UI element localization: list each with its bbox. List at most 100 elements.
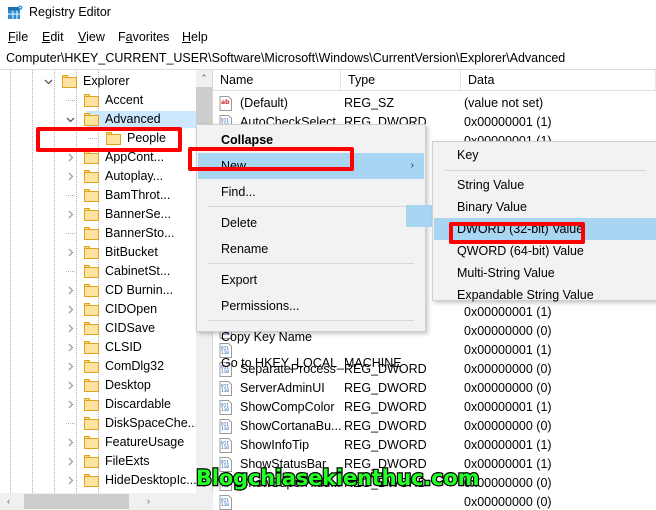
folder-icon [84,208,99,221]
folder-icon [84,113,99,126]
chevron-right-icon[interactable] [65,475,76,486]
folder-icon [62,75,77,88]
chevron-right-icon[interactable] [65,285,76,296]
table-row[interactable]: 011 110 ShowInfoTip REG_DWORD 0x00000001 (1) [213,436,656,455]
column-header-name-label: Name [220,73,254,87]
context-menu-item[interactable]: Find... [198,179,424,205]
context-menu-item[interactable]: Go to HKEY_LOCAL_MACHINE [198,350,424,376]
chevron-down-icon[interactable] [43,76,54,87]
column-header-data[interactable]: Data [461,70,656,91]
chevron-right-icon[interactable] [65,152,76,163]
value-data: 0x00000001 (1) [464,400,552,414]
tree-scroll-up-button[interactable]: ⌃ [196,70,212,87]
column-header-type[interactable]: Type [341,70,461,91]
chevron-right-icon[interactable] [65,209,76,220]
tree-item-label: CLSID [105,340,142,354]
chevron-right-icon[interactable] [65,323,76,334]
table-row[interactable]: ab (Default) REG_SZ (value not set) [213,94,656,113]
svg-text:110: 110 [221,426,229,432]
tree-item[interactable]: Explorer [0,72,212,91]
address-bar[interactable]: Computer\HKEY_CURRENT_USER\Software\Micr… [0,48,656,70]
folder-icon [84,455,99,468]
tree-item[interactable]: HideDesktopIc... [0,471,212,490]
menu-help[interactable]: Help [182,30,208,44]
submenu-item[interactable]: Multi-String Value [434,262,656,284]
chevron-right-icon[interactable] [65,304,76,315]
context-menu-item[interactable]: Delete [198,210,424,236]
context-menu-item[interactable]: Export [198,267,424,293]
chevron-right-icon[interactable] [65,437,76,448]
new-menu-item-highlight-box [188,147,354,171]
tree-item[interactable]: CLSID [0,338,212,357]
context-menu-item-label: Export [221,273,258,287]
context-menu-item[interactable]: Copy Key Name [198,324,424,350]
tree-horizontal-scrollbar[interactable]: ‹ › [0,493,212,510]
tree-item[interactable]: BannerSto... [0,224,212,243]
value-type: REG_DWORD [344,419,427,433]
submenu-item[interactable]: Key [434,144,656,166]
tree-item[interactable]: FileExts [0,452,212,471]
tree-item[interactable]: Autoplay... [0,167,212,186]
chevron-right-icon[interactable] [65,247,76,258]
tree-item[interactable]: CIDOpen [0,300,212,319]
context-menu-item[interactable]: Permissions... [198,293,424,319]
value-name: ShowCompColor [240,400,335,414]
menu-file[interactable]: File [8,30,28,44]
value-data: 0x00000001 (1) [464,343,552,357]
context-menu-item-label: Rename [221,242,269,256]
tree-item-label: HideDesktopIc... [105,473,197,487]
menu-view[interactable]: View [78,30,105,44]
submenu-item[interactable]: String Value [434,174,656,196]
tree-item[interactable]: Desktop [0,376,212,395]
advanced-key-highlight-box [36,127,182,152]
tree-connector [66,423,75,424]
tree-scroll-right-button[interactable]: › [140,493,157,510]
tree-item-label: Accent [105,93,144,107]
submenu-item[interactable]: Binary Value [434,196,656,218]
submenu-item-label: Multi-String Value [457,266,555,280]
chevron-right-icon[interactable] [65,456,76,467]
tree-item-label: Discardable [105,397,172,411]
tree-item-label: CD Burnin... [105,283,174,297]
chevron-right-icon[interactable] [65,399,76,410]
chevron-down-icon[interactable] [65,114,76,125]
tree-item[interactable]: CIDSave [0,319,212,338]
tree-item[interactable]: FeatureUsage [0,433,212,452]
context-menu-item[interactable]: Rename [198,236,424,262]
value-name: ShowInfoTip [240,438,310,452]
chevron-right-icon[interactable] [65,342,76,353]
submenu-item-label: Expandable String Value [457,288,594,302]
table-row[interactable]: 011 110 ServerAdminUI REG_DWORD 0x00000000 (… [213,379,656,398]
column-header-name[interactable]: Name [213,70,341,91]
tree-item[interactable]: ComDlg32 [0,357,212,376]
tree-item-label: Explorer [83,74,130,88]
tree-item[interactable]: Discardable [0,395,212,414]
tree-item[interactable]: BamThrot... [0,186,212,205]
chevron-right-icon[interactable] [65,380,76,391]
submenu-item[interactable]: Expandable String Value [434,284,656,306]
tree-item-label: CIDSave [105,321,156,335]
table-row[interactable]: 011110 0x00000000 (0) [213,493,656,510]
menu-favorites[interactable]: Favorites [118,30,169,44]
value-data: 0x00000000 (0) [464,381,552,395]
tree-item[interactable]: CabinetSt... [0,262,212,281]
chevron-right-icon[interactable] [65,171,76,182]
chevron-right-icon[interactable] [65,361,76,372]
table-row[interactable]: 011 110 ShowCompColor REG_DWORD 0x00000001 (… [213,398,656,417]
new-submenu[interactable]: Key String Value Binary Value DWORD (32-bit… [432,141,656,302]
value-data: 0x00000000 (0) [464,362,552,376]
tree-item[interactable]: Accent [0,91,212,110]
menu-edit[interactable]: Edit [42,30,64,44]
table-row[interactable]: 011 110 ShowCortanaBu... REG_DWORD 0x0000000… [213,417,656,436]
svg-text:110: 110 [221,502,229,508]
tree-item[interactable]: CD Burnin... [0,281,212,300]
tree-connector [66,233,75,234]
tree-item[interactable]: BannerSe... [0,205,212,224]
tree-item[interactable]: BitBucket [0,243,212,262]
tree-item[interactable]: DiskSpaceChe... [0,414,212,433]
tree-scroll-left-button[interactable]: ‹ [0,493,17,510]
context-menu-item-label: Delete [221,216,258,230]
tree-hscroll-thumb[interactable] [24,494,129,509]
tree-connector [66,195,75,196]
tree-item-label: CIDOpen [105,302,158,316]
